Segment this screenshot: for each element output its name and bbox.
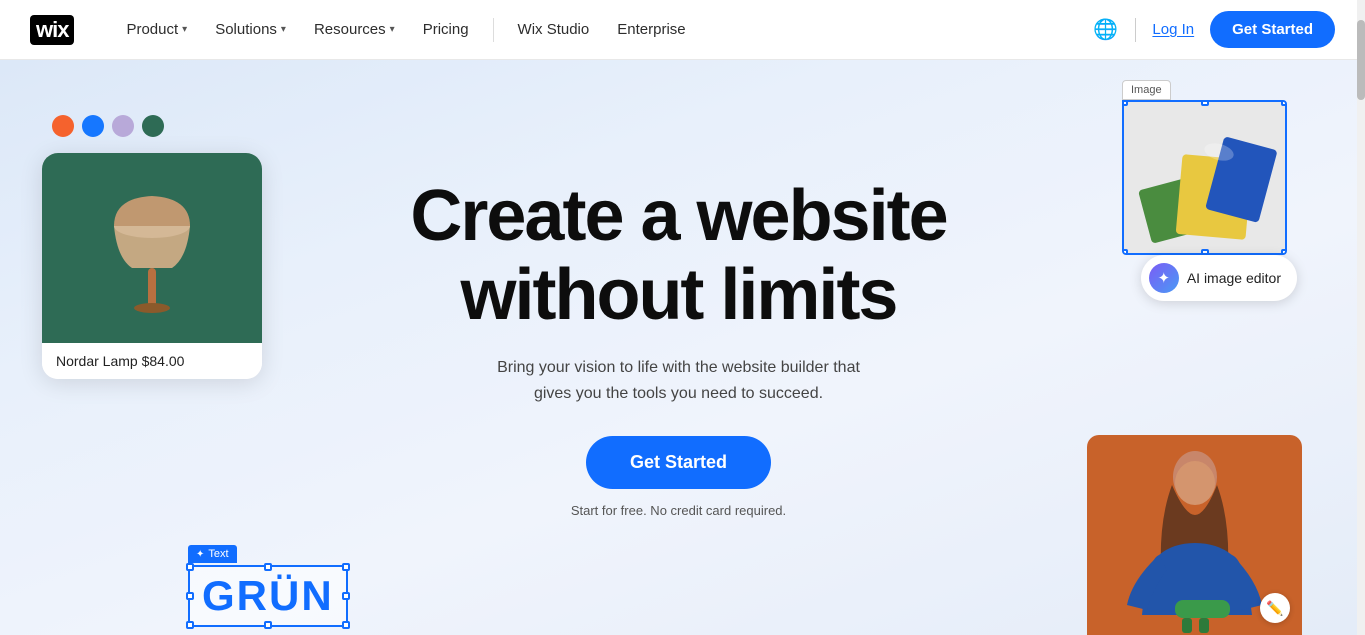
handle-bl <box>186 621 194 629</box>
lamp-label: Nordar Lamp $84.00 <box>42 343 262 379</box>
edit-icon[interactable]: ✏️ <box>1260 593 1290 623</box>
dot-green <box>142 115 164 137</box>
scrollbar-thumb[interactable] <box>1357 20 1365 100</box>
iw-handle-tl <box>1122 100 1128 106</box>
image-widget-box <box>1122 100 1287 255</box>
lamp-illustration <box>97 168 207 328</box>
text-widget-box: GRÜN <box>188 565 348 627</box>
dot-orange <box>52 115 74 137</box>
nav-label-enterprise: Enterprise <box>617 21 685 38</box>
ai-badge: ✦ AI image editor <box>1141 255 1297 301</box>
handle-tl <box>186 563 194 571</box>
nav-item-resources[interactable]: Resources ▾ <box>302 13 407 46</box>
image-widget-label: Image <box>1122 80 1171 100</box>
iw-handle-bl <box>1122 249 1128 255</box>
chevron-down-icon: ▾ <box>390 24 395 35</box>
photo-widget: ✏️ <box>1087 435 1302 635</box>
hero-headline-line1: Create a website <box>410 176 946 256</box>
text-widget-container: ✦ Text GRÜN <box>188 565 348 627</box>
navbar: wix Product ▾ Solutions ▾ Resources ▾ Pr… <box>0 0 1365 60</box>
ai-icon: ✦ <box>1149 263 1179 293</box>
nav-label-solutions: Solutions <box>215 21 277 38</box>
ai-badge-text: AI image editor <box>1187 270 1281 286</box>
iw-handle-tc <box>1201 100 1209 106</box>
handle-ml <box>186 592 194 600</box>
gruen-text: GRÜN <box>202 575 334 617</box>
hero-section: Created with Wix <box>0 60 1357 635</box>
handle-tr <box>342 563 350 571</box>
nav-pipe <box>1135 18 1136 42</box>
wix-logo[interactable]: wix <box>30 15 74 45</box>
hero-subtext-line2: gives you the tools you need to succeed. <box>534 385 823 402</box>
nav-label-product: Product <box>126 21 178 38</box>
handle-tc <box>264 563 272 571</box>
nav-item-solutions[interactable]: Solutions ▾ <box>203 13 298 46</box>
hero-free-text: Start for free. No credit card required. <box>410 503 946 518</box>
nav-label-pricing: Pricing <box>423 21 469 38</box>
logo-text: wix <box>30 15 74 45</box>
hero-subtext: Bring your vision to life with the websi… <box>410 355 946 406</box>
nav-get-started-button[interactable]: Get Started <box>1210 11 1335 48</box>
login-button[interactable]: Log In <box>1152 21 1194 38</box>
nav-item-pricing[interactable]: Pricing <box>411 13 481 46</box>
hero-headline: Create a website without limits <box>410 177 946 335</box>
hero-center: Create a website without limits Bring yo… <box>410 177 946 519</box>
chevron-down-icon: ▾ <box>182 24 187 35</box>
dot-lavender <box>112 115 134 137</box>
nav-item-enterprise[interactable]: Enterprise <box>605 13 697 46</box>
handle-br <box>342 621 350 629</box>
nav-item-wix-studio[interactable]: Wix Studio <box>506 13 602 46</box>
plus-icon: ✦ <box>196 549 204 560</box>
dot-blue <box>82 115 104 137</box>
lamp-card: Nordar Lamp $84.00 <box>42 153 262 379</box>
globe-icon[interactable]: 🌐 <box>1091 16 1119 44</box>
left-decorative-card: Nordar Lamp $84.00 <box>42 115 262 379</box>
photo-background: ✏️ <box>1087 435 1302 635</box>
nav-label-resources: Resources <box>314 21 386 38</box>
iw-handle-br <box>1281 249 1287 255</box>
nav-label-wix-studio: Wix Studio <box>518 21 590 38</box>
hero-headline-line2: without limits <box>461 255 897 335</box>
hero-subtext-line1: Bring your vision to life with the websi… <box>497 359 860 376</box>
lamp-image-area <box>42 153 262 343</box>
color-dots <box>52 115 262 137</box>
handle-bc <box>264 621 272 629</box>
books-illustration <box>1124 102 1287 255</box>
chevron-down-icon: ▾ <box>281 24 286 35</box>
iw-handle-tr <box>1281 100 1287 106</box>
nav-right: 🌐 Log In Get Started <box>1091 11 1335 48</box>
text-widget-label: ✦ Text <box>188 545 237 563</box>
nav-links: Product ▾ Solutions ▾ Resources ▾ Pricin… <box>114 13 1091 46</box>
text-widget-badge-text: Text <box>208 548 228 560</box>
scrollbar[interactable] <box>1357 0 1365 635</box>
hero-get-started-button[interactable]: Get Started <box>586 436 771 489</box>
image-widget: Image <box>1122 80 1287 255</box>
nav-item-product[interactable]: Product ▾ <box>114 13 199 46</box>
nav-divider <box>493 18 494 42</box>
handle-mr <box>342 592 350 600</box>
